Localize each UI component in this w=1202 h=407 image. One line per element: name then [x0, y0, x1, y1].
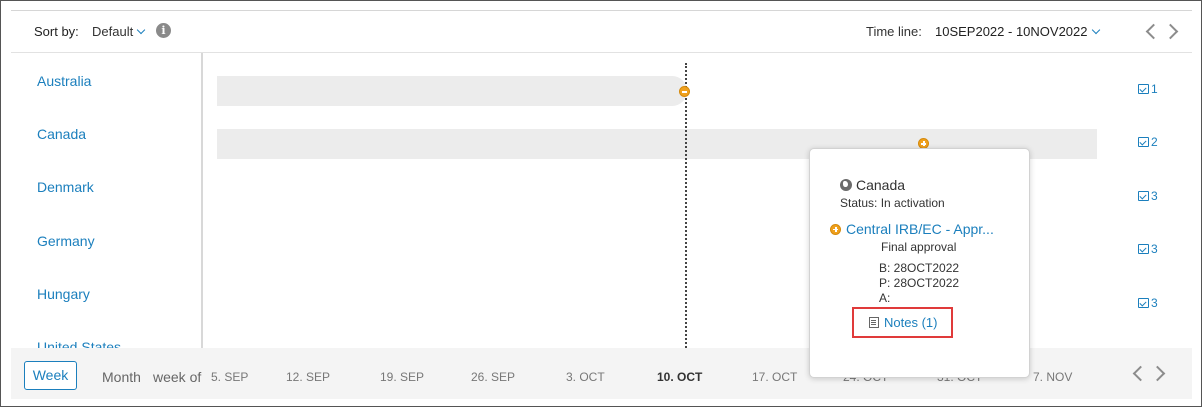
popover-country: Canada: [840, 177, 905, 193]
popover-country-name: Canada: [856, 177, 906, 193]
scale-tick: 7. NOV: [1033, 370, 1073, 384]
timeline-value: 10SEP2022 - 10NOV2022: [935, 24, 1088, 39]
calendar-check-icon: [1138, 191, 1149, 201]
popover-milestone-link[interactable]: Central IRB/EC - Appr...: [830, 221, 994, 237]
sort-label: Sort by:: [34, 24, 79, 39]
calendar-check-icon: [1138, 137, 1149, 147]
calendar-check-icon: [1138, 84, 1149, 94]
timeline-label: Time line:: [866, 24, 922, 39]
today-marker-line: [685, 63, 687, 348]
week-view-button[interactable]: Week: [24, 361, 77, 390]
milestone-icon: [830, 223, 841, 235]
popover-actual-date: A:: [879, 291, 891, 305]
task-count-denmark[interactable]: 3: [1138, 189, 1158, 203]
sort-dropdown[interactable]: Default: [92, 24, 146, 39]
calendar-check-icon: [1138, 298, 1149, 308]
task-count-canada[interactable]: 2: [1138, 135, 1158, 149]
globe-icon: [840, 179, 852, 191]
popover-baseline-date: B: 28OCT2022: [879, 261, 960, 275]
milestone-popover: Canada Status: In activation Central IRB…: [809, 148, 1030, 378]
week-of-label: week of: [153, 369, 202, 385]
scale-tick-current: 10. OCT: [657, 370, 703, 384]
scale-tick: 19. SEP: [380, 370, 425, 384]
popover-planned-date: P: 28OCT2022: [879, 276, 960, 290]
country-hungary[interactable]: Hungary: [37, 286, 90, 302]
milestone-icon[interactable]: [679, 86, 690, 97]
popover-status: Status: In activation: [840, 196, 945, 210]
info-icon[interactable]: i: [156, 23, 171, 38]
scale-tick: 5. SEP: [211, 370, 249, 384]
country-germany[interactable]: Germany: [37, 233, 95, 249]
timeline-prev-icon[interactable]: [1145, 23, 1162, 40]
task-count-germany[interactable]: 3: [1138, 242, 1158, 256]
timeline-dropdown[interactable]: 10SEP2022 - 10NOV2022: [935, 24, 1100, 39]
task-count-value: 1: [1151, 82, 1158, 96]
task-count-value: 2: [1151, 135, 1158, 149]
country-list: Australia Canada Denmark Germany Hungary…: [11, 53, 203, 348]
sort-value: Default: [92, 24, 134, 39]
note-icon: [869, 317, 879, 328]
chevron-down-icon: [1091, 25, 1100, 35]
popover-milestone-subtitle: Final approval: [881, 240, 957, 254]
task-count-hungary[interactable]: 3: [1138, 296, 1158, 310]
task-count-australia[interactable]: 1: [1138, 82, 1158, 96]
notes-link[interactable]: Notes (1): [869, 315, 937, 330]
scale-prev-icon[interactable]: [1132, 365, 1149, 382]
month-view-button[interactable]: Month: [102, 369, 141, 385]
chevron-down-icon: [136, 25, 146, 35]
timeline-next-icon[interactable]: [1162, 23, 1179, 40]
country-canada[interactable]: Canada: [37, 126, 86, 142]
task-count-value: 3: [1151, 189, 1158, 203]
scale-tick: 17. OCT: [752, 370, 798, 384]
notes-label: Notes (1): [884, 315, 938, 330]
task-counts: 1 2 3 3 3: [1129, 53, 1189, 348]
toolbar: Sort by: Default i Time line: 10SEP2022 …: [11, 11, 1192, 53]
country-denmark[interactable]: Denmark: [37, 179, 94, 195]
notes-highlight: Notes (1): [852, 307, 953, 338]
country-australia[interactable]: Australia: [37, 73, 91, 89]
scale-next-icon[interactable]: [1149, 365, 1166, 382]
scale-tick: 26. SEP: [471, 370, 516, 384]
task-count-value: 3: [1151, 296, 1158, 310]
calendar-check-icon: [1138, 244, 1149, 254]
timeline-bar-australia[interactable]: [217, 76, 687, 106]
task-count-value: 3: [1151, 242, 1158, 256]
country-united-states[interactable]: United States: [37, 339, 121, 348]
gantt-panel: Sort by: Default i Time line: 10SEP2022 …: [0, 0, 1202, 407]
popover-milestone-label: Central IRB/EC - Appr...: [846, 221, 994, 237]
scale-tick: 12. SEP: [286, 370, 331, 384]
scale-tick: 3. OCT: [566, 370, 605, 384]
